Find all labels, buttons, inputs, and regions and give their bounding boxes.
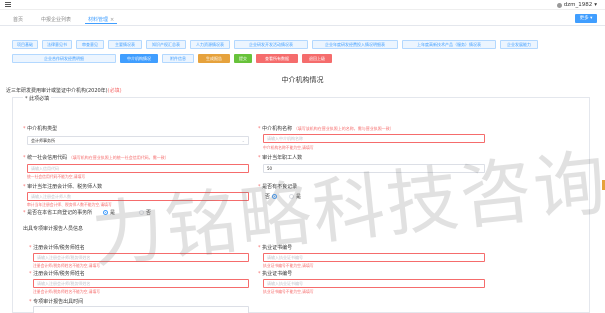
toolbar-button[interactable]: 企业年度研发经费投入情况明细表 [312, 40, 398, 49]
in-province-label: * 是否在本省工商登记的事务所 [23, 210, 93, 216]
staff-count-label: * 审计当年职工人数 [258, 155, 303, 161]
cert1-error: 执业证书编号不能为空,请填写 [263, 263, 314, 268]
toolbar-button[interactable]: 法律意见书 [42, 40, 72, 49]
toolbar-button[interactable]: 上年度高新技术产品（服务）情况表 [402, 40, 496, 49]
certified-staff-label: * 审计当年注册会计师、税务师人数 [23, 184, 103, 190]
cert1-input[interactable]: 请输入执业证书编号 [263, 253, 485, 262]
bad-record-no-radio[interactable]: 否 [265, 193, 278, 200]
toolbar-button[interactable]: 企业合作研发经费明细 [12, 54, 116, 63]
report-date-label: * 专项审计报告出具时间 [29, 299, 84, 305]
top-bar: dzm_1982 ▾ [0, 0, 605, 10]
agency-type-label: * 中介机构类型 [23, 126, 58, 132]
tab-material-management[interactable]: 材料管理 × [85, 15, 118, 24]
avatar [556, 2, 562, 8]
agency-name-error: 中介机构名称不能为空,请填写 [263, 145, 314, 150]
certified-staff-error: 审计当年注册会计师、税务师人数不能为空,请填写 [27, 202, 112, 207]
generate-report-button[interactable]: 生成报告 [198, 54, 230, 63]
cert2-label: * 执业证书编号 [258, 271, 293, 277]
radio-icon [139, 210, 144, 215]
tab-home[interactable]: 首页 [10, 15, 26, 24]
agency-info-button[interactable]: 中介机构情况 [120, 54, 158, 63]
credit-code-error: 统一社会信用代码不能为空,请填写 [27, 174, 86, 179]
toolbar-button[interactable]: 项目基础 [12, 40, 38, 49]
return-button[interactable]: 退回上级 [302, 54, 332, 63]
signer-section-title: 出具专项审计报告人员信息 [23, 226, 84, 232]
cpa1-label: * 注册会计师/税务师姓名 [29, 245, 85, 251]
agency-name-input[interactable]: 请输入中介机构名称 [263, 134, 485, 143]
credit-code-input[interactable]: 请输入信用代码 [27, 164, 249, 173]
cpa1-input[interactable]: 请输入注册会计师/税务师姓名 [33, 253, 249, 262]
more-button[interactable]: 更多 ▾ [575, 14, 597, 23]
staff-count-input[interactable]: 50 [263, 164, 485, 173]
radio-icon [289, 194, 294, 199]
menu-icon[interactable] [5, 2, 11, 7]
chevron-down-icon: ▾ [594, 2, 597, 8]
bad-record-label: * 是否有不良记录 [258, 184, 298, 190]
section-title: * 此项必填 [23, 95, 52, 102]
toolbar-button[interactable]: 企业研发开发活动情况表 [234, 40, 308, 49]
username: dzm_1982 [563, 2, 593, 8]
cpa2-error: 注册会计师/税务师姓名不能为空,请填写 [33, 289, 101, 294]
cpa1-error: 注册会计师/税务师姓名不能为空,请填写 [33, 263, 101, 268]
chevron-down-icon: ⌄ [241, 138, 245, 143]
cert2-input[interactable]: 请输入执业证书编号 [263, 279, 485, 288]
close-icon[interactable]: × [110, 17, 114, 23]
in-province-no-radio[interactable]: 否 [139, 209, 151, 216]
toolbar-button[interactable]: 知识产权汇总表 [146, 40, 186, 49]
certified-staff-input[interactable]: 请输入注册会计师人数 [27, 192, 249, 201]
credit-code-label: * 统一社会信用代码 （填写机构在营业执照上的统一社会信用代码，需一致） [23, 155, 169, 161]
form-subtitle: 近三年研发费用审计或鉴证中介机构(2020年)(必填) [6, 88, 122, 94]
tab-enterprise-list[interactable]: 中报企业列表 [38, 15, 74, 24]
in-province-yes-radio[interactable]: 是 [103, 209, 115, 216]
page-title: 中介机构情况 [281, 76, 324, 84]
cpa2-input[interactable]: 请输入注册会计师/税务师姓名 [33, 279, 249, 288]
cert1-label: * 执业证书编号 [258, 245, 293, 251]
bad-record-yes-radio[interactable]: 是 [289, 193, 301, 200]
agency-name-label: * 中介机构名称 （填写该机构在营业执照上的名称，需与营业执照一致） [258, 126, 394, 132]
radio-checked-icon [103, 210, 108, 215]
attachment-button[interactable]: 附件信息 [162, 54, 194, 63]
toolbar-button[interactable]: 审查意见 [76, 40, 104, 49]
cpa2-label: * 注册会计师/税务师姓名 [29, 271, 85, 277]
cert2-error: 执业证书编号不能为空,请填写 [263, 289, 314, 294]
radio-checked-icon [272, 194, 278, 199]
tabs-bar: 首页 中报企业列表 材料管理 × 更多 ▾ [0, 12, 605, 26]
user-menu[interactable]: dzm_1982 ▾ [556, 2, 597, 8]
report-date-input[interactable] [33, 306, 249, 313]
toolbar-button[interactable]: 主要情况表 [108, 40, 142, 49]
agency-type-select[interactable]: 会计师事务所 ⌄ [27, 136, 249, 145]
toolbar-button[interactable]: 人力资源情况表 [190, 40, 230, 49]
form-section: * 此项必填 * 中介机构类型 会计师事务所 ⌄ * 中介机构名称 （填写该机构在… [12, 95, 590, 313]
submit-button[interactable]: 提交 [234, 54, 252, 63]
required-link[interactable]: (必填) [108, 88, 122, 94]
view-all-data-button[interactable]: 查看所有数据 [256, 54, 298, 63]
toolbar-button[interactable]: 企业发展能力 [500, 40, 538, 49]
